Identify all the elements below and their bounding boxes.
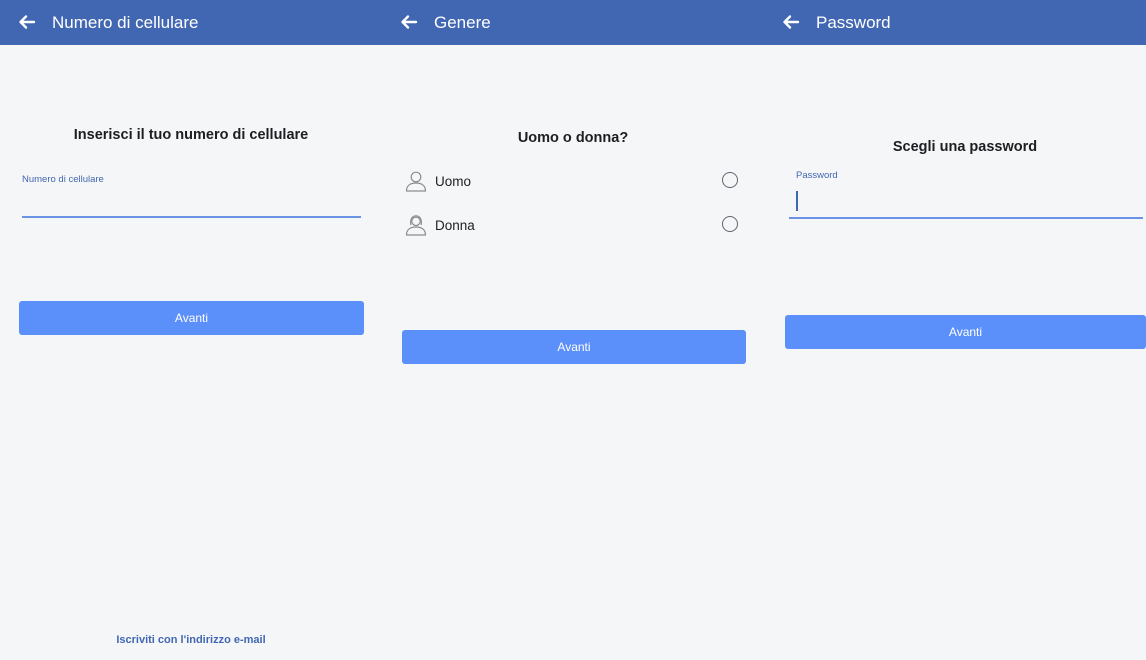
back-button[interactable] (780, 11, 802, 33)
screen-title: Numero di cellulare (52, 13, 199, 32)
password-input-underline (789, 217, 1143, 219)
gender-screen: Genere Uomo o donna? Uomo Donna Avanti (382, 0, 764, 660)
gender-option-female[interactable]: Donna (404, 211, 744, 241)
next-button[interactable]: Avanti (19, 301, 364, 335)
screen-title: Genere (434, 13, 491, 32)
signup-screens: Numero di cellulare Inserisci il tuo num… (0, 0, 1146, 660)
male-user-icon (405, 171, 427, 192)
arrow-left-icon (19, 15, 36, 29)
password-input[interactable] (796, 190, 1136, 214)
option-label: Donna (435, 218, 475, 233)
page-heading: Inserisci il tuo numero di cellulare (73, 127, 309, 143)
page-heading: Scegli una password (892, 139, 1038, 155)
phone-field-label: Numero di cellulare (22, 174, 104, 185)
back-button[interactable] (398, 11, 420, 33)
option-label: Uomo (435, 174, 472, 189)
arrow-left-icon (783, 15, 800, 29)
top-bar: Genere (382, 0, 764, 45)
next-button[interactable]: Avanti (785, 315, 1146, 349)
phone-number-input[interactable] (22, 190, 360, 214)
arrow-left-icon (401, 15, 418, 29)
page-heading: Uomo o donna? (517, 130, 629, 146)
top-bar: Password (764, 0, 1146, 45)
phone-number-screen: Numero di cellulare Inserisci il tuo num… (0, 0, 382, 660)
next-button[interactable]: Avanti (402, 330, 746, 364)
gender-option-male[interactable]: Uomo (404, 167, 744, 197)
radio-female[interactable] (722, 216, 738, 232)
female-user-icon (405, 215, 427, 236)
radio-male[interactable] (722, 172, 738, 188)
phone-input-underline (22, 216, 361, 218)
screen-title: Password (816, 13, 891, 32)
back-button[interactable] (16, 11, 38, 33)
top-bar: Numero di cellulare (0, 0, 382, 45)
password-screen: Password Scegli una password Password Av… (764, 0, 1146, 660)
email-signup-link[interactable]: Iscriviti con l'indirizzo e-mail (0, 634, 382, 646)
text-cursor (796, 191, 798, 211)
password-field-label: Password (796, 170, 838, 181)
